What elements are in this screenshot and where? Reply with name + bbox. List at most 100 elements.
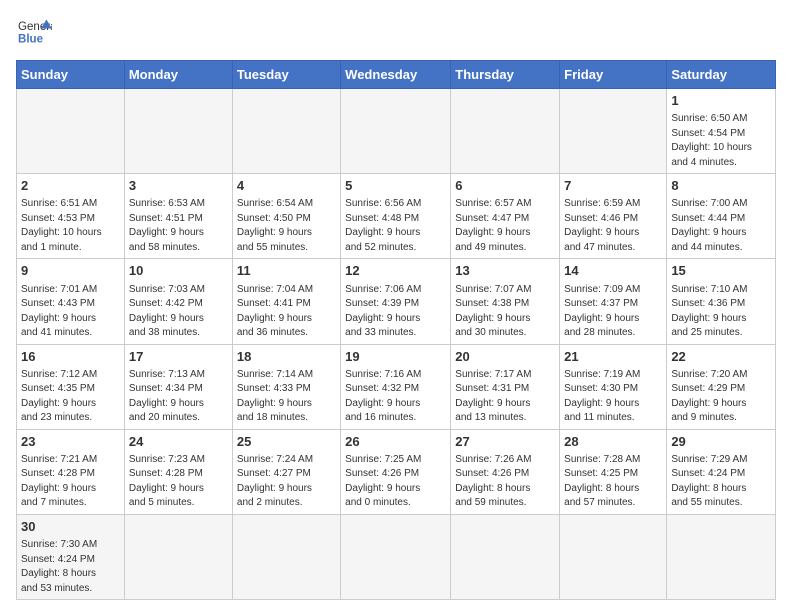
calendar-cell: 5 Sunrise: 6:56 AM Sunset: 4:48 PM Daylig… xyxy=(341,174,451,259)
calendar-header-row: SundayMondayTuesdayWednesdayThursdayFrid… xyxy=(17,61,776,89)
day-number: 4 xyxy=(237,177,336,195)
day-number: 3 xyxy=(129,177,228,195)
day-info: Sunrise: 7:23 AM Sunset: 4:28 PM Dayligh… xyxy=(129,453,228,511)
calendar-cell: 9 Sunrise: 7:01 AM Sunset: 4:43 PM Daylig… xyxy=(17,259,125,344)
column-header-wednesday: Wednesday xyxy=(341,61,451,89)
svg-text:Blue: Blue xyxy=(18,34,44,46)
day-info: Sunrise: 7:24 AM Sunset: 4:27 PM Dayligh… xyxy=(237,453,336,511)
generalblue-logo-icon: General Blue xyxy=(16,16,52,48)
day-info: Sunrise: 7:04 AM Sunset: 4:41 PM Dayligh… xyxy=(237,283,336,341)
calendar-cell xyxy=(667,514,776,599)
calendar-cell xyxy=(232,89,340,174)
calendar-table: SundayMondayTuesdayWednesdayThursdayFrid… xyxy=(16,60,776,600)
calendar-cell: 8 Sunrise: 7:00 AM Sunset: 4:44 PM Daylig… xyxy=(667,174,776,259)
calendar-cell: 20 Sunrise: 7:17 AM Sunset: 4:31 PM Dayli… xyxy=(451,344,560,429)
page-header: General Blue xyxy=(16,16,776,48)
day-number: 30 xyxy=(21,518,120,536)
day-number: 8 xyxy=(671,177,771,195)
calendar-cell: 14 Sunrise: 7:09 AM Sunset: 4:37 PM Dayli… xyxy=(560,259,667,344)
calendar-cell: 6 Sunrise: 6:57 AM Sunset: 4:47 PM Daylig… xyxy=(451,174,560,259)
calendar-cell: 28 Sunrise: 7:28 AM Sunset: 4:25 PM Dayli… xyxy=(560,429,667,514)
calendar-cell: 18Sunrise: 7:14 AM Sunset: 4:33 PM Dayli… xyxy=(232,344,340,429)
day-info: Sunrise: 7:14 AM Sunset: 4:33 PM Dayligh… xyxy=(237,368,336,426)
calendar-cell: 13 Sunrise: 7:07 AM Sunset: 4:38 PM Dayli… xyxy=(451,259,560,344)
calendar-cell: 19 Sunrise: 7:16 AM Sunset: 4:32 PM Dayli… xyxy=(341,344,451,429)
day-number: 24 xyxy=(129,433,228,451)
day-info: Sunrise: 7:01 AM Sunset: 4:43 PM Dayligh… xyxy=(21,283,120,341)
column-header-sunday: Sunday xyxy=(17,61,125,89)
calendar-cell xyxy=(17,89,125,174)
day-info: Sunrise: 7:16 AM Sunset: 4:32 PM Dayligh… xyxy=(345,368,446,426)
calendar-cell: 12Sunrise: 7:06 AM Sunset: 4:39 PM Dayli… xyxy=(341,259,451,344)
calendar-cell: 17Sunrise: 7:13 AM Sunset: 4:34 PM Dayli… xyxy=(124,344,232,429)
day-number: 13 xyxy=(455,262,555,280)
day-number: 27 xyxy=(455,433,555,451)
day-info: Sunrise: 7:09 AM Sunset: 4:37 PM Dayligh… xyxy=(564,283,662,341)
calendar-cell xyxy=(451,89,560,174)
day-number: 25 xyxy=(237,433,336,451)
day-number: 29 xyxy=(671,433,771,451)
calendar-cell: 29Sunrise: 7:29 AM Sunset: 4:24 PM Dayli… xyxy=(667,429,776,514)
day-number: 28 xyxy=(564,433,662,451)
calendar-cell: 16 Sunrise: 7:12 AM Sunset: 4:35 PM Dayli… xyxy=(17,344,125,429)
calendar-cell: 21 Sunrise: 7:19 AM Sunset: 4:30 PM Dayli… xyxy=(560,344,667,429)
calendar-cell: 10Sunrise: 7:03 AM Sunset: 4:42 PM Dayli… xyxy=(124,259,232,344)
day-info: Sunrise: 6:57 AM Sunset: 4:47 PM Dayligh… xyxy=(455,197,555,255)
day-number: 9 xyxy=(21,262,120,280)
day-info: Sunrise: 7:07 AM Sunset: 4:38 PM Dayligh… xyxy=(455,283,555,341)
calendar-cell: 22 Sunrise: 7:20 AM Sunset: 4:29 PM Dayli… xyxy=(667,344,776,429)
day-info: Sunrise: 7:10 AM Sunset: 4:36 PM Dayligh… xyxy=(671,283,771,341)
calendar-cell xyxy=(451,514,560,599)
day-info: Sunrise: 7:00 AM Sunset: 4:44 PM Dayligh… xyxy=(671,197,771,255)
calendar-cell xyxy=(232,514,340,599)
column-header-thursday: Thursday xyxy=(451,61,560,89)
calendar-cell: 3Sunrise: 6:53 AM Sunset: 4:51 PM Daylig… xyxy=(124,174,232,259)
calendar-cell: 26Sunrise: 7:25 AM Sunset: 4:26 PM Dayli… xyxy=(341,429,451,514)
calendar-cell xyxy=(560,514,667,599)
logo: General Blue xyxy=(16,16,56,48)
calendar-cell: 15 Sunrise: 7:10 AM Sunset: 4:36 PM Dayli… xyxy=(667,259,776,344)
column-header-tuesday: Tuesday xyxy=(232,61,340,89)
day-number: 17 xyxy=(129,348,228,366)
calendar-cell xyxy=(341,514,451,599)
calendar-cell xyxy=(341,89,451,174)
day-info: Sunrise: 7:12 AM Sunset: 4:35 PM Dayligh… xyxy=(21,368,120,426)
calendar-week-row: 9 Sunrise: 7:01 AM Sunset: 4:43 PM Daylig… xyxy=(17,259,776,344)
day-info: Sunrise: 6:56 AM Sunset: 4:48 PM Dayligh… xyxy=(345,197,446,255)
calendar-cell xyxy=(124,514,232,599)
column-header-monday: Monday xyxy=(124,61,232,89)
column-header-saturday: Saturday xyxy=(667,61,776,89)
calendar-cell: 1 Sunrise: 6:50 AM Sunset: 4:54 PM Daylig… xyxy=(667,89,776,174)
calendar-cell: 23Sunrise: 7:21 AM Sunset: 4:28 PM Dayli… xyxy=(17,429,125,514)
day-info: Sunrise: 7:17 AM Sunset: 4:31 PM Dayligh… xyxy=(455,368,555,426)
day-number: 15 xyxy=(671,262,771,280)
day-number: 6 xyxy=(455,177,555,195)
day-info: Sunrise: 7:30 AM Sunset: 4:24 PM Dayligh… xyxy=(21,538,120,596)
calendar-cell: 2Sunrise: 6:51 AM Sunset: 4:53 PM Daylig… xyxy=(17,174,125,259)
day-number: 1 xyxy=(671,92,771,110)
calendar-week-row: 30 Sunrise: 7:30 AM Sunset: 4:24 PM Dayli… xyxy=(17,514,776,599)
calendar-week-row: 1 Sunrise: 6:50 AM Sunset: 4:54 PM Daylig… xyxy=(17,89,776,174)
day-number: 14 xyxy=(564,262,662,280)
day-info: Sunrise: 7:26 AM Sunset: 4:26 PM Dayligh… xyxy=(455,453,555,511)
column-header-friday: Friday xyxy=(560,61,667,89)
day-info: Sunrise: 7:19 AM Sunset: 4:30 PM Dayligh… xyxy=(564,368,662,426)
day-number: 19 xyxy=(345,348,446,366)
day-number: 5 xyxy=(345,177,446,195)
calendar-cell: 27 Sunrise: 7:26 AM Sunset: 4:26 PM Dayli… xyxy=(451,429,560,514)
day-number: 21 xyxy=(564,348,662,366)
calendar-cell: 11Sunrise: 7:04 AM Sunset: 4:41 PM Dayli… xyxy=(232,259,340,344)
day-info: Sunrise: 7:03 AM Sunset: 4:42 PM Dayligh… xyxy=(129,283,228,341)
day-info: Sunrise: 6:50 AM Sunset: 4:54 PM Dayligh… xyxy=(671,112,771,170)
day-number: 20 xyxy=(455,348,555,366)
calendar-cell xyxy=(124,89,232,174)
day-number: 22 xyxy=(671,348,771,366)
calendar-cell: 30 Sunrise: 7:30 AM Sunset: 4:24 PM Dayli… xyxy=(17,514,125,599)
day-info: Sunrise: 6:59 AM Sunset: 4:46 PM Dayligh… xyxy=(564,197,662,255)
day-info: Sunrise: 6:51 AM Sunset: 4:53 PM Dayligh… xyxy=(21,197,120,255)
calendar-week-row: 23Sunrise: 7:21 AM Sunset: 4:28 PM Dayli… xyxy=(17,429,776,514)
day-number: 23 xyxy=(21,433,120,451)
day-info: Sunrise: 7:20 AM Sunset: 4:29 PM Dayligh… xyxy=(671,368,771,426)
day-number: 16 xyxy=(21,348,120,366)
day-info: Sunrise: 7:28 AM Sunset: 4:25 PM Dayligh… xyxy=(564,453,662,511)
